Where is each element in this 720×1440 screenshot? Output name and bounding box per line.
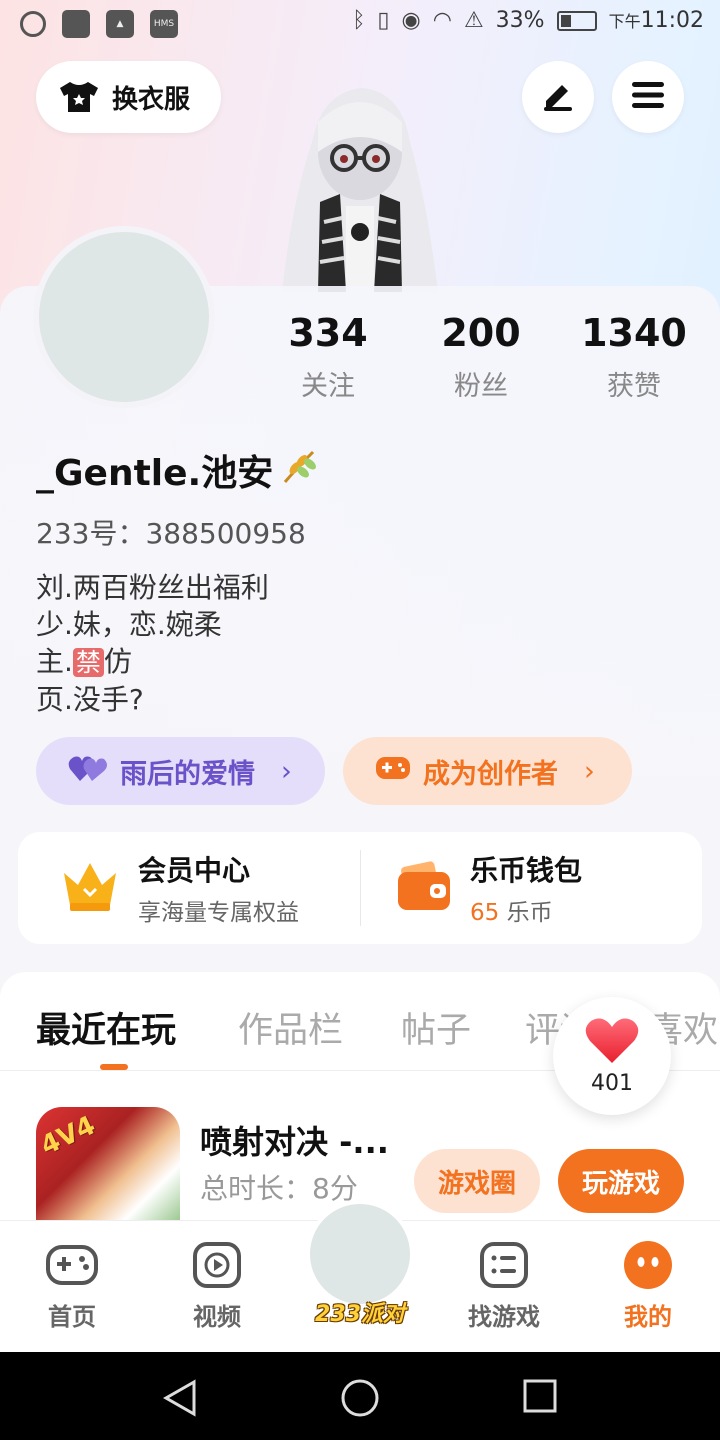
- gamepad-icon: [375, 754, 411, 789]
- recents-square-icon[interactable]: [522, 1378, 558, 1418]
- wallet-unit: 乐币: [499, 900, 553, 926]
- bio-forbidden-tag: 禁: [72, 648, 104, 677]
- following-count: 334: [288, 311, 368, 355]
- bio-line-3-prefix: 主.: [36, 645, 73, 678]
- clock-prefix: 下午: [608, 12, 641, 31]
- heart-icon: [585, 1017, 639, 1069]
- username-text: _Gentle.池安: [36, 453, 274, 494]
- bio: 刘.两百粉丝出福利 少.妹，恋.婉柔 主. 禁仿 页.没手?: [36, 569, 269, 718]
- chevron-right-icon: ›: [584, 755, 595, 787]
- timer-icon: [20, 11, 46, 37]
- home-circle-icon[interactable]: [340, 1378, 380, 1422]
- nav-party-label: 233派对: [315, 1302, 405, 1327]
- menu-button[interactable]: [612, 61, 684, 133]
- alert-icon: ⚠: [463, 8, 484, 33]
- likes-count: 1340: [581, 311, 687, 355]
- bluetooth-icon: ᛒ: [352, 8, 366, 33]
- vip-center-subtitle: 享海量专属权益: [138, 900, 299, 926]
- crown-icon: [60, 859, 120, 917]
- avatar[interactable]: [33, 226, 215, 408]
- fans-count: 200: [441, 311, 521, 355]
- battery-percent: 33%: [495, 8, 545, 33]
- love-relationship-label: 雨后的爱情: [120, 758, 255, 790]
- fans-label: 粉丝: [454, 371, 508, 402]
- profile-face-icon: [620, 1239, 676, 1291]
- username: _Gentle.池安: [36, 444, 319, 496]
- wallet-icon: [396, 860, 452, 916]
- game-circle-button[interactable]: 游戏圈: [414, 1149, 540, 1213]
- vip-center-title: 会员中心: [138, 854, 251, 887]
- play-game-button[interactable]: 玩游戏: [558, 1149, 684, 1213]
- app-icon: [62, 10, 90, 38]
- bio-line-3-suffix: 仿: [103, 645, 132, 678]
- stat-fans[interactable]: 200 粉丝: [401, 308, 561, 403]
- back-icon[interactable]: [160, 1378, 200, 1422]
- nav-video[interactable]: 视频: [162, 1239, 272, 1332]
- love-relationship-button[interactable]: 雨后的爱情 ›: [36, 737, 325, 805]
- shirt-icon: [58, 80, 100, 114]
- chevron-right-icon: ›: [281, 755, 292, 787]
- change-outfit-button[interactable]: 换衣服: [36, 61, 221, 133]
- bio-line-1: 刘.两百粉丝出福利: [36, 571, 269, 604]
- bio-line-2: 少.妹，恋.婉柔: [36, 608, 222, 641]
- nav-mine[interactable]: 我的: [593, 1239, 703, 1332]
- user-id: 233号：388500958: [36, 517, 306, 550]
- wallet-title: 乐币钱包: [470, 854, 583, 887]
- edit-profile-button[interactable]: [522, 61, 594, 133]
- list-icon: [476, 1239, 532, 1291]
- hms-label: HMS: [153, 19, 175, 29]
- like-count: 401: [591, 1070, 633, 1096]
- nav-home-label: 首页: [48, 1303, 96, 1331]
- change-outfit-label: 换衣服: [112, 84, 191, 115]
- following-label: 关注: [301, 371, 355, 402]
- nav-video-label: 视频: [193, 1303, 241, 1331]
- nav-home[interactable]: 首页: [17, 1239, 127, 1332]
- double-heart-icon: [68, 753, 108, 790]
- clock: 下午11:02: [609, 8, 704, 33]
- bio-line-4: 页.没手?: [36, 683, 144, 716]
- nav-find-label: 找游戏: [468, 1303, 540, 1331]
- nav-party[interactable]: 233派对: [304, 1200, 416, 1332]
- wheat-icon: [279, 446, 319, 495]
- system-nav-bar: [0, 1352, 720, 1440]
- tab-works[interactable]: 作品栏: [238, 1002, 343, 1053]
- battery-icon: [556, 10, 597, 31]
- tab-posts[interactable]: 帖子: [401, 1002, 471, 1053]
- nav-mine-label: 我的: [624, 1303, 672, 1331]
- member-card: 会员中心 享海量专属权益 乐币钱包 65 乐币: [18, 832, 702, 944]
- hms-icon: HMS: [150, 10, 178, 38]
- party-avatar: [306, 1200, 414, 1308]
- wallet-amount: 65: [470, 900, 500, 926]
- wallet-entry[interactable]: 乐币钱包 65 乐币: [396, 832, 696, 944]
- likes-label: 获赞: [607, 371, 661, 402]
- wifi-icon: ◠: [432, 8, 452, 33]
- like-bubble[interactable]: 401: [553, 997, 671, 1115]
- vibrate-icon: ▯: [377, 8, 390, 33]
- stat-following[interactable]: 334 关注: [248, 308, 408, 403]
- eye-icon: ◉: [401, 8, 421, 33]
- become-creator-button[interactable]: 成为创作者 ›: [343, 737, 632, 805]
- gamepad-icon: [44, 1239, 100, 1291]
- avatar-figure[interactable]: [262, 82, 458, 292]
- pencil-icon: [540, 77, 576, 117]
- status-bar: ▲ HMS ᛒ ▯ ◉ ◠ ⚠ 33% 下午11:02: [0, 0, 720, 50]
- video-icon: [189, 1239, 245, 1291]
- bio-line-3: 主. 禁仿: [36, 643, 269, 681]
- game-title: 喷射对决 -...: [200, 1123, 389, 1161]
- game-badge: 4V4: [36, 1110, 101, 1162]
- become-creator-label: 成为创作者: [423, 758, 558, 790]
- stat-likes[interactable]: 1340 获赞: [554, 308, 714, 403]
- vip-center-entry[interactable]: 会员中心 享海量专属权益: [60, 832, 360, 944]
- tab-recent-played[interactable]: 最近在玩: [36, 1002, 176, 1053]
- clock-time: 11:02: [640, 8, 704, 33]
- gallery-icon: ▲: [106, 10, 134, 38]
- menu-icon: [630, 80, 666, 114]
- nav-find-games[interactable]: 找游戏: [449, 1239, 559, 1332]
- member-card-divider: [360, 850, 361, 926]
- wallet-balance: 65 乐币: [470, 893, 582, 927]
